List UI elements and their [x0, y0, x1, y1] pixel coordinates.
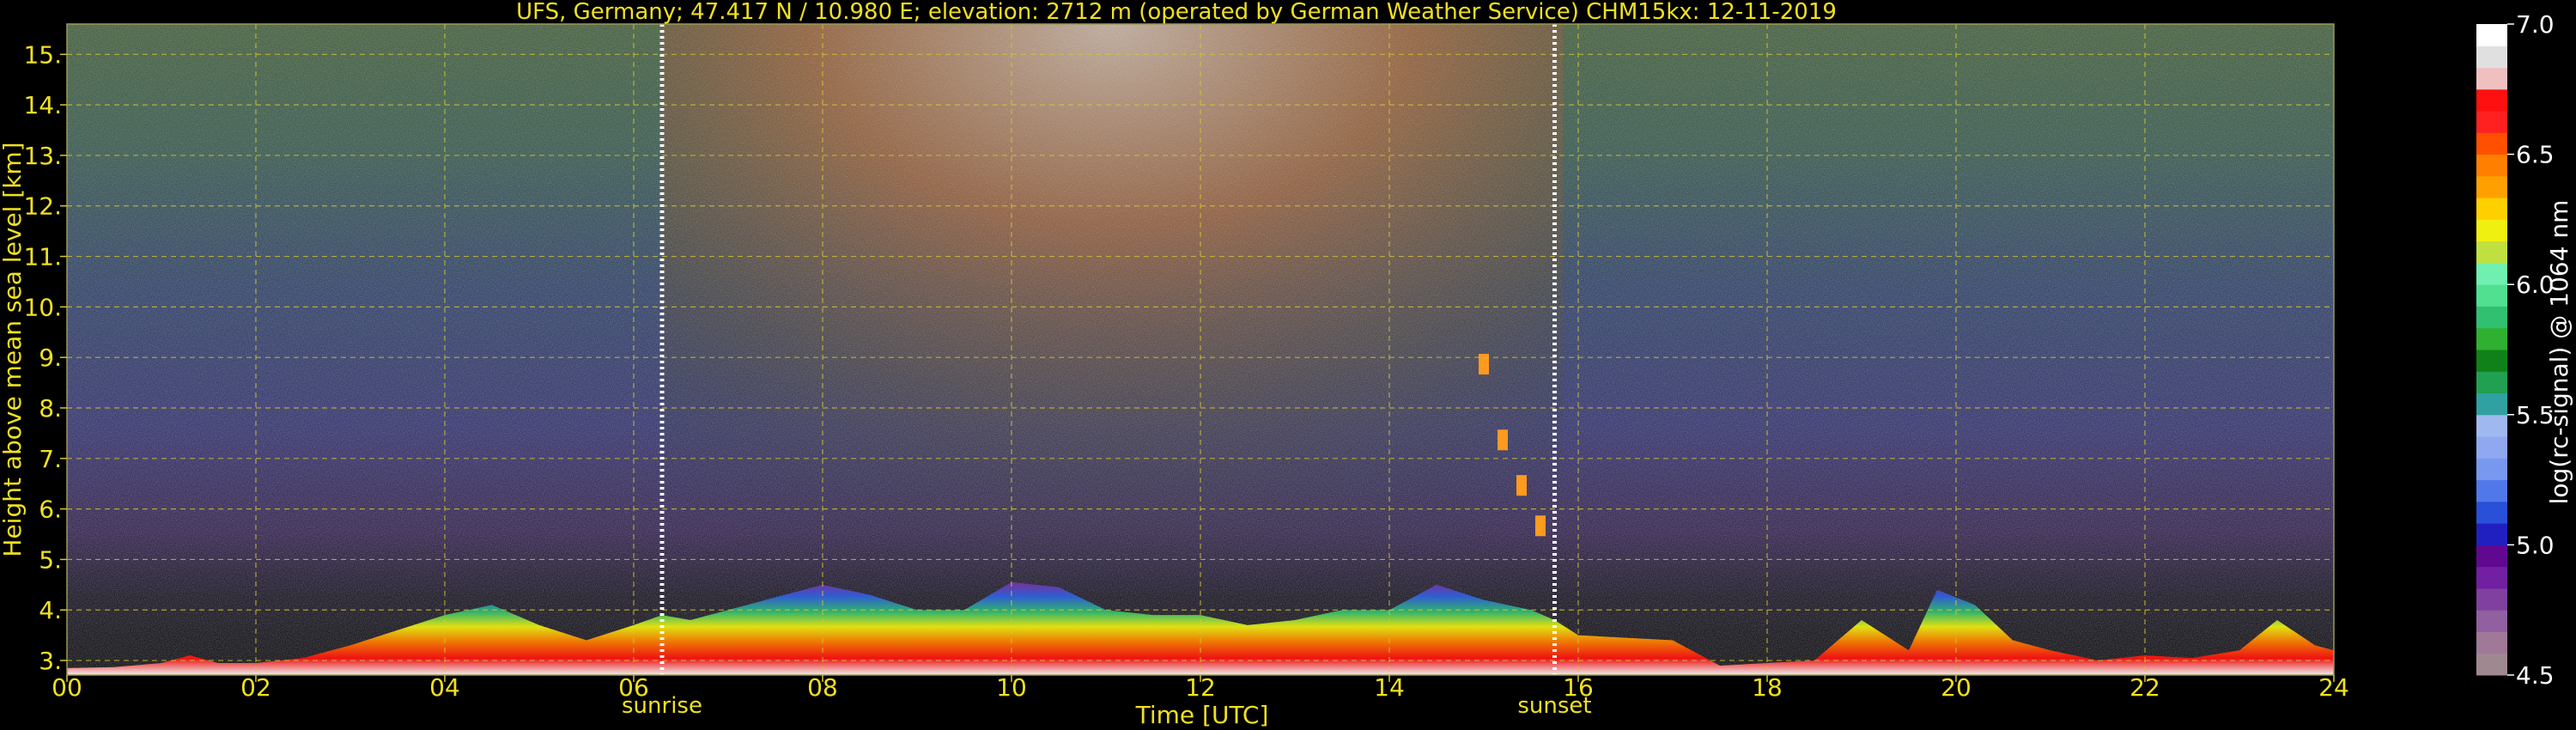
colorbar-segment — [2476, 501, 2507, 524]
colorbar-segment — [2476, 24, 2507, 46]
colorbar-segment — [2476, 436, 2507, 459]
y-tick-label: 11. — [23, 243, 62, 271]
colorbar-segment — [2476, 67, 2507, 90]
x-tick-label: 18 — [1752, 673, 1783, 702]
y-tick-label: 7. — [39, 445, 62, 473]
colorbar-segment — [2476, 350, 2507, 372]
colorbar-tick-label: 6.5 — [2516, 141, 2555, 169]
colorbar-tick-label: 7.0 — [2516, 10, 2555, 39]
layer-elevated-aerosol-mark — [1498, 429, 1508, 451]
colorbar-segment — [2476, 198, 2507, 220]
colorbar-tick-label: 4.5 — [2516, 661, 2555, 690]
y-tick-label: 8. — [39, 394, 62, 423]
annotation-sunset: sunset — [1517, 693, 1591, 719]
y-tick-label: 9. — [39, 344, 62, 372]
x-tick-label: 12 — [1185, 673, 1216, 702]
colorbar-segment — [2476, 392, 2507, 416]
x-tick-label: 00 — [52, 673, 82, 702]
colorbar-segment — [2476, 111, 2507, 133]
ceilometer-chart: UFS, Germany; 47.417 N / 10.980 E; eleva… — [0, 0, 2573, 729]
colorbar-segment — [2476, 523, 2507, 545]
y-tick-label: 4. — [39, 596, 62, 624]
colorbar-segment — [2476, 610, 2507, 632]
colorbar-segment — [2476, 566, 2507, 589]
colorbar-tick-label: 5.0 — [2516, 531, 2555, 559]
x-axis-label: Time [UTC] — [1135, 701, 1269, 729]
colorbar-segment — [2476, 46, 2507, 69]
x-tick-label: 24 — [2318, 673, 2349, 702]
y-axis-label: Height above mean sea level [km] — [0, 142, 27, 557]
x-tick-label: 22 — [2129, 673, 2160, 702]
layer-elevated-aerosol-mark — [1516, 475, 1527, 496]
colorbar-segment — [2476, 240, 2507, 264]
colorbar-segment — [2476, 327, 2507, 350]
colorbar-segment — [2476, 262, 2507, 285]
y-axis-ticks: 3. 4. 5. 6. 7. 8. 9. 10. 11. 12. 13. 14. 15. — [23, 40, 67, 675]
x-tick-label: 04 — [429, 673, 460, 702]
y-tick-label: 3. — [39, 647, 62, 675]
y-tick-label: 13. — [23, 142, 62, 170]
colorbar: 4.55.05.56.06.57.0 — [2476, 10, 2555, 690]
colorbar-segment — [2476, 371, 2507, 394]
colorbar-segment — [2476, 88, 2507, 112]
colorbar-segment — [2476, 306, 2507, 329]
colorbar-segment — [2476, 587, 2507, 611]
y-tick-label: 14. — [23, 91, 62, 119]
layer-elevated-aerosol-mark — [1535, 515, 1546, 537]
colorbar-segment — [2476, 479, 2507, 502]
colorbar-segment — [2476, 653, 2507, 676]
chart-title: UFS, Germany; 47.417 N / 10.980 E; eleva… — [516, 0, 1837, 25]
colorbar-segment — [2476, 631, 2507, 654]
y-tick-label: 5. — [39, 545, 62, 574]
colorbar-segment — [2476, 414, 2507, 437]
x-tick-label: 10 — [996, 673, 1027, 702]
colorbar-segment — [2476, 544, 2507, 568]
plot-area — [66, 23, 2335, 676]
x-tick-label: 20 — [1941, 673, 1971, 702]
y-tick-label: 15. — [23, 40, 62, 69]
y-tick-label: 6. — [39, 496, 62, 524]
colorbar-segment — [2476, 154, 2507, 177]
x-tick-label: 02 — [240, 673, 271, 702]
colorbar-segment — [2476, 175, 2507, 198]
colorbar-segment — [2476, 458, 2507, 481]
x-tick-label: 08 — [807, 673, 838, 702]
colorbar-segment — [2476, 219, 2507, 242]
y-tick-label: 12. — [23, 192, 62, 221]
x-tick-label: 14 — [1374, 673, 1405, 702]
y-tick-label: 10. — [23, 293, 62, 321]
colorbar-label: log(rc-signal) @ 1064 nm — [2545, 200, 2573, 505]
x-axis-ticks: 00 02 04 06 08 10 12 14 16 18 20 22 24 — [52, 673, 2349, 702]
colorbar-segment — [2476, 132, 2507, 155]
annotation-sunrise: sunrise — [622, 693, 702, 719]
colorbar-segment — [2476, 284, 2507, 307]
